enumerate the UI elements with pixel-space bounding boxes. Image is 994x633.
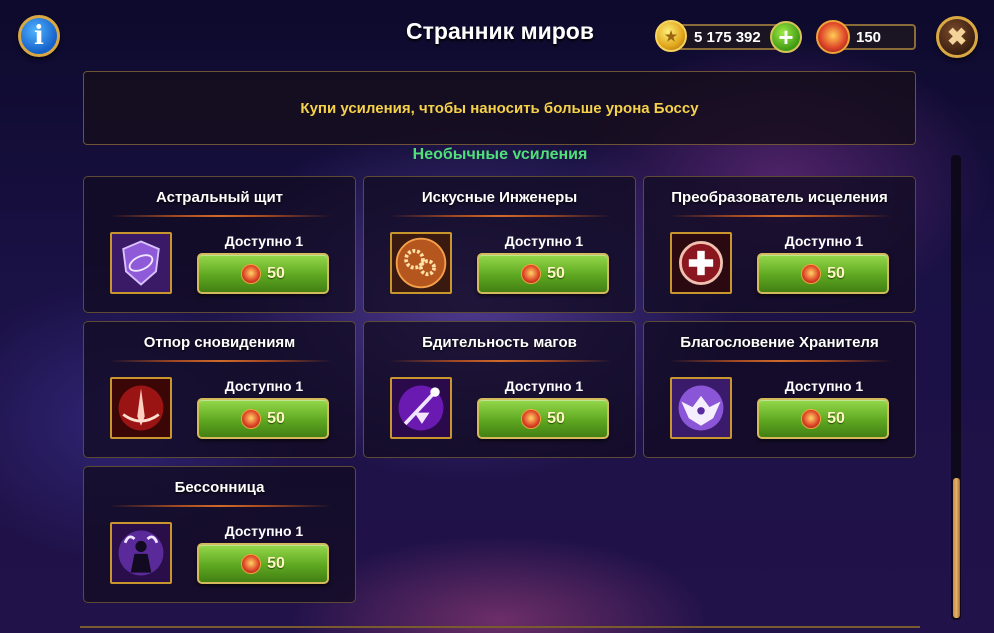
card-title: Отпор сновидениям	[143, 334, 296, 351]
card-title: Астральный щит	[155, 189, 284, 206]
available-count: Доступно 1	[224, 233, 304, 249]
boost-card-heal-converter: Преобразователь исцеления Доступно 1 50	[643, 176, 916, 313]
ember-currency-icon	[816, 20, 850, 54]
available-count: Доступно 1	[504, 233, 584, 249]
card-divider	[389, 215, 612, 217]
gold-coin-icon: ★	[655, 20, 687, 52]
boost-card-guardian-blessing: Благословение Хранителя Доступно 1 50	[643, 321, 916, 458]
boost-card-dream-repel: Отпор сновидениям Доступно 1 50	[83, 321, 356, 458]
card-divider	[669, 215, 892, 217]
card-title: Благословение Хранителя	[680, 334, 879, 351]
price-label: 50	[547, 409, 565, 427]
ember-currency-icon	[241, 408, 262, 429]
card-title: Бдительность магов	[422, 334, 577, 351]
gold-amount: 5 175 392	[694, 28, 761, 46]
info-icon[interactable]: i	[18, 15, 60, 57]
card-divider	[109, 505, 332, 507]
card-title: Искусные Инженеры	[421, 189, 578, 206]
dream-repel-icon	[110, 377, 172, 439]
ember-currency-icon	[801, 263, 822, 284]
card-divider	[109, 215, 332, 217]
buy-button[interactable]: 50	[477, 398, 609, 439]
bottom-divider	[80, 626, 920, 628]
banner-text: Купи усиления, чтобы наносить больше уро…	[300, 99, 699, 117]
price-label: 50	[267, 554, 285, 572]
available-count: Доступно 1	[504, 378, 584, 394]
price-label: 50	[267, 409, 285, 427]
top-bar: i Странник миров 5 175 392 ★ + 150 ✖	[0, 0, 994, 68]
ember-amount: 150	[856, 28, 882, 46]
buy-button[interactable]: 50	[197, 253, 329, 294]
available-count: Доступно 1	[784, 233, 864, 249]
price-label: 50	[547, 264, 565, 282]
scrollbar-thumb[interactable]	[953, 478, 960, 618]
ember-currency-icon	[801, 408, 822, 429]
insomnia-icon	[110, 522, 172, 584]
price-label: 50	[827, 409, 845, 427]
section-title: Необычные усиления	[412, 146, 588, 159]
buy-button[interactable]: 50	[197, 543, 329, 584]
available-count: Доступно 1	[784, 378, 864, 394]
price-label: 50	[827, 264, 845, 282]
boost-card-insomnia: Бессонница Доступно 1 50	[83, 466, 356, 603]
heal-converter-icon	[670, 232, 732, 294]
price-label: 50	[267, 264, 285, 282]
close-icon[interactable]: ✖	[936, 16, 978, 58]
card-title: Преобразователь исцеления	[671, 189, 888, 206]
available-count: Доступно 1	[224, 378, 304, 394]
card-divider	[389, 360, 612, 362]
astral-shield-icon	[110, 232, 172, 294]
card-title: Бессонница	[174, 479, 265, 496]
buy-button[interactable]: 50	[757, 253, 889, 294]
add-gold-button[interactable]: +	[770, 21, 802, 53]
buy-button[interactable]: 50	[197, 398, 329, 439]
info-banner: Купи усиления, чтобы наносить больше уро…	[83, 71, 916, 145]
gears-icon	[390, 232, 452, 294]
boost-card-astral-shield: Астральный щит Доступно 1 50	[83, 176, 356, 313]
boost-card-mage-vigilance: Бдительность магов Доступно 1 50	[363, 321, 636, 458]
buy-button[interactable]: 50	[757, 398, 889, 439]
buy-button[interactable]: 50	[477, 253, 609, 294]
card-divider	[669, 360, 892, 362]
ember-currency-icon	[241, 553, 262, 574]
card-divider	[109, 360, 332, 362]
page-title: Странник миров	[406, 18, 594, 44]
available-count: Доступно 1	[224, 523, 304, 539]
guardian-blessing-icon	[670, 377, 732, 439]
ember-currency-icon	[521, 408, 542, 429]
mage-vigilance-icon	[390, 377, 452, 439]
boost-card-engineers: Искусные Инженеры Доступно 1 50	[363, 176, 636, 313]
ember-currency-icon	[241, 263, 262, 284]
ember-currency-icon	[521, 263, 542, 284]
